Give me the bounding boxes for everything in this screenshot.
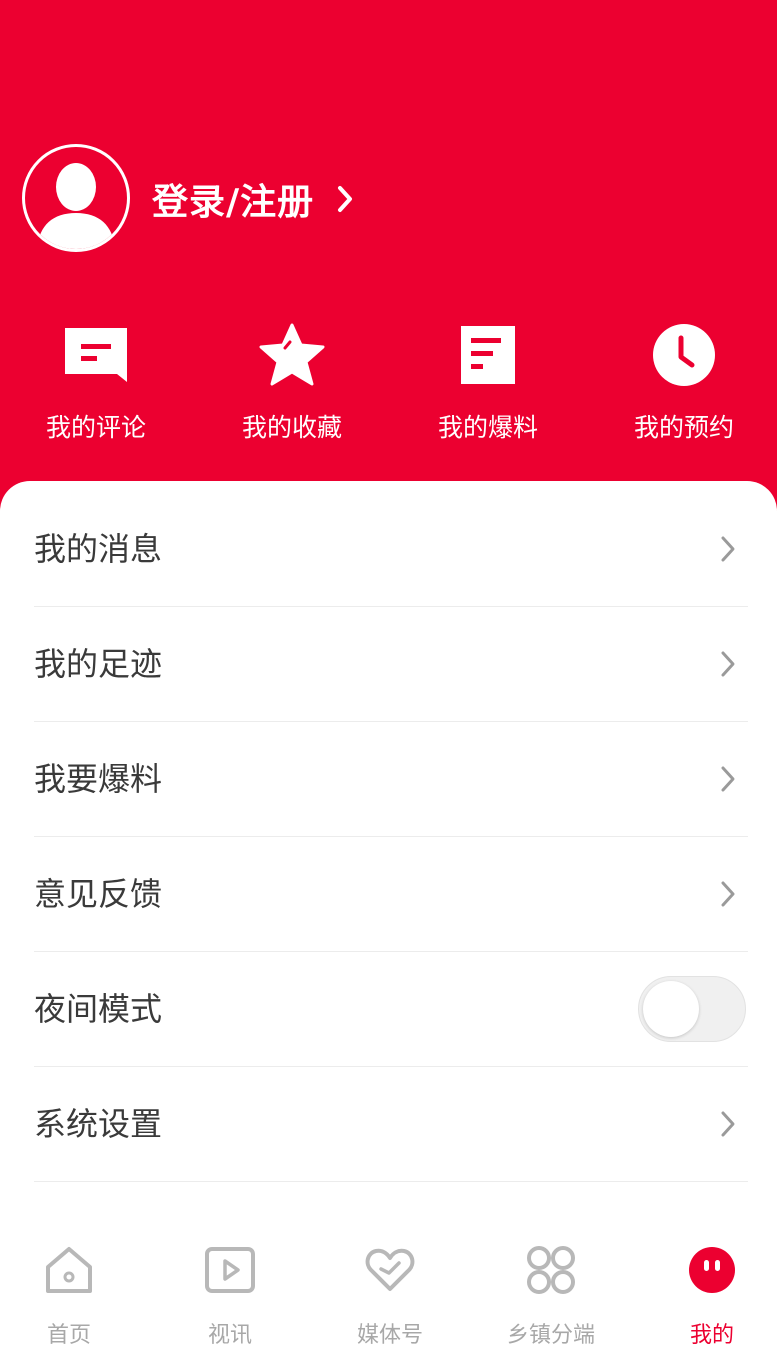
- menu-item-label: 夜间模式: [34, 990, 163, 1028]
- chevron-right-icon: [721, 766, 735, 792]
- menu-item-label: 我要爆料: [34, 760, 163, 798]
- login-register-link[interactable]: 登录/注册: [152, 174, 354, 224]
- toggle-knob: [643, 981, 699, 1037]
- video-icon: [205, 1247, 255, 1293]
- menu-item-label: 意见反馈: [34, 875, 163, 913]
- tab-label: 媒体号: [356, 1323, 423, 1348]
- quick-action-reports[interactable]: 我的爆料: [413, 320, 563, 444]
- menu-item-label: 我的消息: [34, 530, 163, 568]
- tab-label: 我的: [689, 1323, 734, 1348]
- user-silhouette-icon: [37, 163, 115, 249]
- menu-item-feedback[interactable]: 意见反馈: [34, 837, 748, 952]
- tab-towns[interactable]: 乡镇分端: [481, 1229, 621, 1349]
- chevron-right-icon: [721, 651, 735, 677]
- quick-action-comments[interactable]: 我的评论: [21, 320, 171, 444]
- quick-action-reservations[interactable]: 我的预约: [609, 320, 759, 444]
- menu-item-settings[interactable]: 系统设置: [34, 1067, 748, 1182]
- quick-action-label: 我的预约: [633, 413, 734, 442]
- tab-label: 视讯: [207, 1323, 252, 1348]
- menu-item-submit-tip[interactable]: 我要爆料: [34, 722, 748, 837]
- chevron-right-icon: [721, 536, 735, 562]
- bottom-tab-bar: 首页 视讯 媒体号 乡镇分端 我的: [0, 1229, 777, 1349]
- chevron-right-icon: [721, 881, 735, 907]
- comment-icon: [65, 328, 127, 382]
- tab-label: 首页: [46, 1323, 91, 1348]
- tab-label: 乡镇分端: [506, 1323, 595, 1348]
- night-mode-toggle[interactable]: [638, 976, 746, 1042]
- heart-icon: [365, 1248, 415, 1291]
- menu-item-messages[interactable]: 我的消息: [34, 492, 748, 607]
- home-icon: [46, 1247, 92, 1293]
- menu-item-label: 我的足迹: [34, 645, 163, 683]
- profile-face-icon: [689, 1247, 735, 1293]
- quick-action-label: 我的收藏: [241, 413, 342, 442]
- menu-item-label: 系统设置: [34, 1105, 163, 1143]
- tab-video[interactable]: 视讯: [160, 1229, 300, 1349]
- quick-action-label: 我的评论: [45, 413, 146, 442]
- chevron-right-icon: [721, 1111, 735, 1137]
- document-icon: [461, 326, 515, 384]
- menu-item-history[interactable]: 我的足迹: [34, 607, 748, 722]
- quick-action-label: 我的爆料: [437, 413, 538, 442]
- chevron-right-icon: [338, 186, 353, 212]
- star-icon: [259, 323, 325, 386]
- grid-icon: [527, 1246, 575, 1294]
- profile-header: 登录/注册 我的评论 我的收藏 我的爆料 我的预约: [0, 0, 777, 520]
- menu-panel: 我的消息 我的足迹 我要爆料 意见反馈 夜间模式 系统设置: [0, 481, 777, 1241]
- tab-mine[interactable]: 我的: [642, 1229, 777, 1349]
- menu-item-night-mode: 夜间模式: [34, 952, 748, 1067]
- tab-media[interactable]: 媒体号: [320, 1229, 460, 1349]
- quick-action-favorites[interactable]: 我的收藏: [217, 320, 367, 444]
- clock-icon: [653, 324, 715, 386]
- avatar[interactable]: [22, 144, 130, 252]
- login-register-label: 登录/注册: [152, 182, 315, 223]
- tab-home[interactable]: 首页: [0, 1229, 139, 1349]
